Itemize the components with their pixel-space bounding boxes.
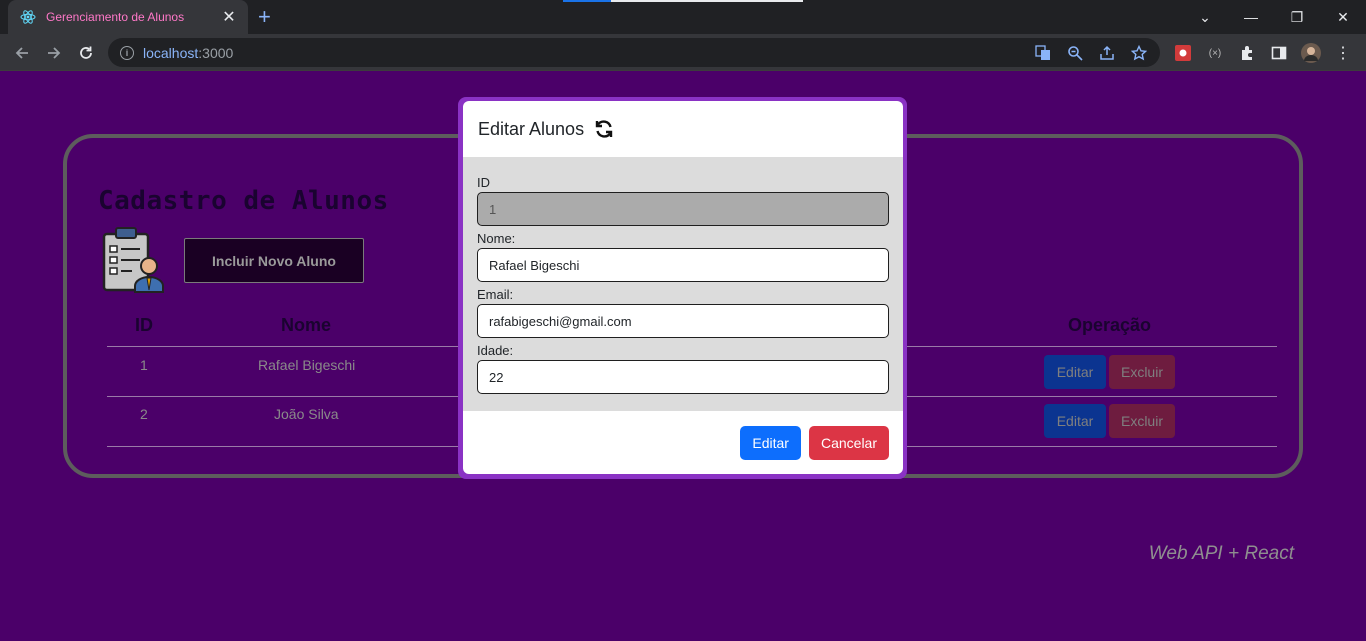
browser-tab[interactable]: Gerenciamento de Alunos ✕ [8,0,248,34]
cancel-button[interactable]: Cancelar [808,425,889,460]
reload-icon[interactable] [75,42,97,64]
new-tab-button[interactable]: + [258,6,271,28]
bookmark-star-icon[interactable] [1130,44,1148,62]
browser-tabstrip: Gerenciamento de Alunos ✕ + ⌄ — ❐ ✕ [0,0,1366,34]
modal-title: Editar Alunos [478,118,585,139]
edit-row-2-button[interactable]: Editar [1044,404,1106,438]
browser-menu-icon[interactable]: ⋮ [1332,42,1354,64]
modal-header: Editar Alunos [463,101,903,157]
table-header-operacao: Operação [1068,315,1152,335]
react-icon [20,9,36,25]
refresh-icon [594,119,614,139]
id-label: ID [477,175,490,190]
tabstrip-indicator [563,0,803,2]
site-info-icon[interactable]: i [120,45,134,60]
edit-row-1-button[interactable]: Editar [1044,355,1106,389]
id-field [477,192,889,226]
tab-close-icon[interactable]: ✕ [220,7,238,27]
restore-button[interactable]: ❐ [1274,0,1320,34]
table-cell-nome: João Silva [274,406,339,422]
nome-field[interactable] [477,248,889,282]
table-cell-id: 2 [140,406,148,422]
translate-icon[interactable] [1034,44,1052,62]
url-host: localhost [143,44,199,61]
nome-label: Nome: [477,231,516,246]
address-bar[interactable]: i localhost :3000 [108,38,1160,67]
browser-toolbar: i localhost :3000 [0,34,1366,71]
add-student-button[interactable]: Incluir Novo Aluno [184,238,364,283]
table-cell-nome: Rafael Bigeschi [258,357,356,373]
side-panel-icon[interactable] [1268,42,1290,64]
idade-field[interactable] [477,360,889,394]
extensions-puzzle-icon[interactable] [1236,42,1258,64]
save-edit-button[interactable]: Editar [740,425,801,460]
forward-icon[interactable] [43,42,65,64]
back-icon[interactable] [11,42,33,64]
delete-row-1-button[interactable]: Excluir [1109,355,1175,389]
email-label: Email: [477,287,514,302]
extension-red-icon[interactable] [1172,42,1194,64]
close-window-button[interactable]: ✕ [1320,0,1366,34]
footer-credit: Web API + React [1148,543,1294,564]
delete-row-2-button[interactable]: Excluir [1109,404,1175,438]
table-cell-id: 1 [140,357,148,373]
page-title: Cadastro de Alunos [98,186,389,216]
profile-avatar[interactable] [1300,42,1322,64]
clipboard-person-icon [102,226,166,299]
idade-label: Idade: [477,343,514,358]
modal-body: ID Nome: Email: Idade: [463,157,903,411]
tab-title: Gerenciamento de Alunos [46,10,185,24]
table-header-nome: Nome [281,315,332,335]
minimize-button[interactable]: — [1228,0,1274,34]
tab-search-icon[interactable]: ⌄ [1182,0,1228,34]
url-port: :3000 [198,44,234,61]
email-field[interactable] [477,304,889,338]
share-icon[interactable] [1098,44,1116,62]
extension-icons: (×) ⋮ [1172,42,1354,64]
extension-code-icon[interactable]: (×) [1204,42,1226,64]
table-header-id: ID [135,315,153,335]
zoom-icon[interactable] [1066,44,1084,62]
edit-student-modal: Editar Alunos ID Nome: Email: Idade: Edi… [463,101,903,474]
omnibox-actions [1034,44,1148,62]
modal-footer: Editar Cancelar [463,411,903,474]
window-controls: ⌄ — ❐ ✕ [1182,0,1366,34]
